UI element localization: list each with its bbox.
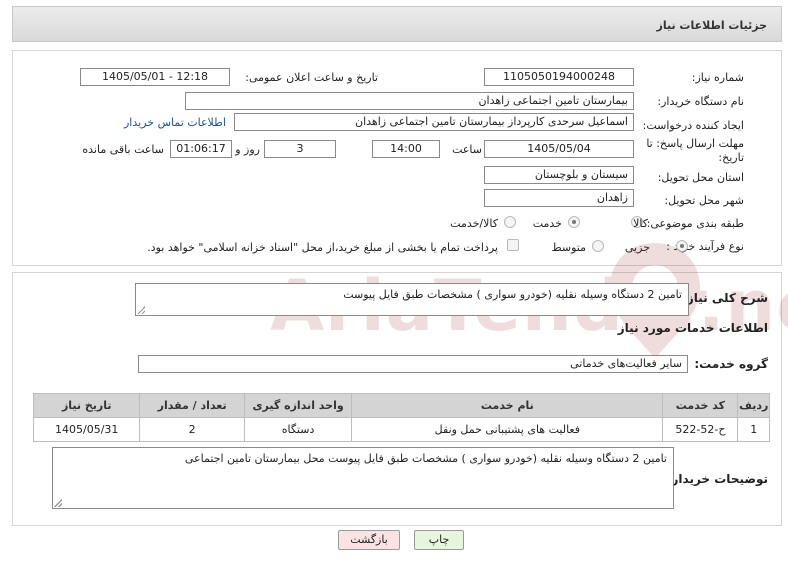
cell-quantity: 2 [139,417,245,442]
buyer-org-field: بیمارستان تامین اجتماعی زاهدان [185,92,634,110]
deadline-date-field: 1405/05/04 [484,140,634,158]
table-row: 1 ح-52-522 فعالیت های پشتیبانی حمل ونقل … [32,417,770,442]
deadline-time-label: ساعت [452,143,482,156]
buyer-org-label: نام دستگاه خریدار: [657,95,744,108]
col-row-number: ردیف [737,393,770,418]
cell-need-date: 1405/05/31 [32,417,141,442]
resize-grip-icon[interactable] [137,306,145,314]
need-number-field: 1105050194000248 [484,68,634,86]
buyer-contact-link[interactable]: اطلاعات تماس خریدار [124,116,226,129]
days-remaining-field: 3 [264,140,336,158]
creator-field: اسماعیل سرحدی کارپرداز بیمارستان تامین ا… [234,113,634,131]
cell-service-code: ح-52-522 [662,417,739,442]
col-need-date: تاریخ نیاز [32,393,141,418]
announce-date-field: 1405/05/01 - 12:18 [80,68,230,86]
col-unit: واحد اندازه گیری [243,393,353,418]
buyer-notes-label: توضیحات خریدار: [666,472,768,486]
col-service-name: نام خدمت [351,393,664,418]
summary-label: شرح کلی نیاز: [682,291,768,305]
city-label: شهر محل تحویل: [664,194,744,207]
days-label: روز و [235,143,260,156]
deadline-label: مهلت ارسال پاسخ: تا [646,137,744,150]
province-label: استان محل تحویل: [657,171,744,184]
purchase-option-minor: جزیی [624,241,650,254]
category-label: طبقه بندی موضوعی: [646,217,744,230]
treasury-checkbox[interactable] [507,239,519,251]
details-header-panel: جزئیات اطلاعات نیاز [12,6,782,42]
services-table: ردیف کد خدمت نام خدمت واحد اندازه گیری ت… [32,393,770,442]
time-remaining-field: 01:06:17 [170,140,232,158]
deadline-time-field: 14:00 [372,140,440,158]
announce-date-label: تاریخ و ساعت اعلان عمومی: [245,71,378,84]
need-number-label: شماره نیاز: [691,71,744,84]
time-remaining-label: ساعت باقی مانده [82,143,164,156]
treasury-payment-note: پرداخت تمام یا بخشی از مبلغ خرید،از محل … [147,241,498,254]
buyer-notes-field: تامین 2 دستگاه وسیله نقلیه (خودرو سواری … [52,447,674,509]
print-button[interactable]: چاپ [414,530,464,550]
city-field: زاهدان [484,189,634,207]
category-option-goods: کالا [633,217,648,230]
creator-label: ایجاد کننده درخواست: [642,119,744,132]
service-group-label: گروه خدمت: [694,357,768,371]
col-service-code: کد خدمت [662,393,739,418]
cell-row-number: 1 [737,417,770,442]
province-field: سیستان و بلوچستان [484,166,634,184]
table-header-row: ردیف کد خدمت نام خدمت واحد اندازه گیری ت… [32,393,770,418]
summary-field: تامین 2 دستگاه وسیله نقلیه (خودرو سواری … [135,283,689,316]
category-option-goods-service: کالا/خدمت [450,217,498,230]
services-heading: اطلاعات خدمات مورد نیاز [617,321,768,335]
category-option-service: خدمت [532,217,562,230]
buyer-notes-text: تامین 2 دستگاه وسیله نقلیه (خودرو سواری … [184,452,667,465]
resize-grip-icon[interactable] [54,499,62,507]
page-title: جزئیات اطلاعات نیاز [656,19,768,32]
purchase-option-medium: متوسط [551,241,586,254]
cell-unit: دستگاه [243,417,353,442]
cell-service-name: فعالیت های پشتیبانی حمل ونقل [351,417,664,442]
col-quantity: تعداد / مقدار [139,393,245,418]
purchase-radio-medium[interactable] [592,240,604,252]
service-group-field: سایر فعالیت‌های خدماتی [138,355,688,373]
back-button[interactable]: بازگشت [338,530,400,550]
category-radio-service[interactable] [568,216,580,228]
purchase-radio-minor[interactable] [676,240,688,252]
deadline-date-label: تاریخ: [718,151,744,164]
category-radio-goods-service[interactable] [504,216,516,228]
summary-text: تامین 2 دستگاه وسیله نقلیه (خودرو سواری … [343,288,682,301]
